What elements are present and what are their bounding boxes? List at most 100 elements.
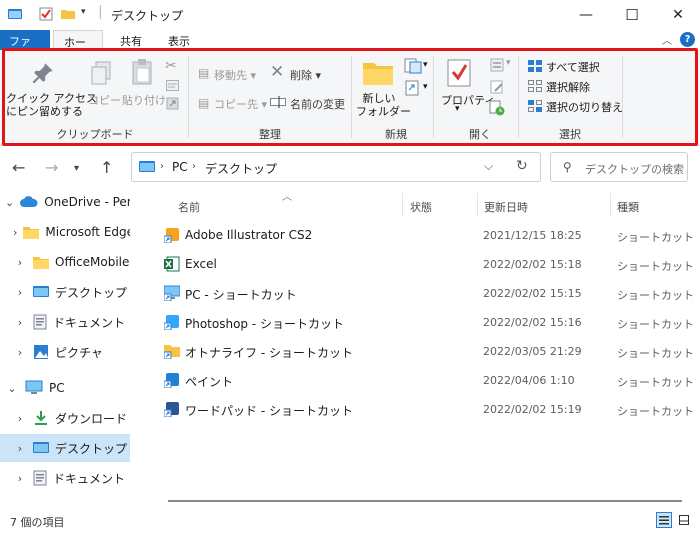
- nav-item[interactable]: › デスクトップ: [0, 434, 130, 462]
- collapsed-chevron-icon[interactable]: ›: [13, 346, 27, 359]
- window-title: デスクトップ: [111, 9, 184, 23]
- open-icon[interactable]: [490, 58, 504, 72]
- new-folder-label-line1: 新しい: [362, 92, 396, 105]
- select-none-button[interactable]: 選択解除: [546, 79, 590, 95]
- photoshop-shortcut-icon: [163, 314, 180, 331]
- search-placeholder: デスクトップの検索: [585, 163, 684, 176]
- breadcrumb-pc[interactable]: PC: [172, 160, 188, 174]
- collapsed-chevron-icon[interactable]: ›: [13, 442, 27, 455]
- nav-item-label: デスクトップ: [55, 441, 128, 456]
- easy-access-icon[interactable]: [404, 80, 422, 96]
- file-row[interactable]: Adobe Illustrator CS2 2021/12/15 18:25 ショー…: [150, 221, 694, 250]
- column-header-name[interactable]: 名前: [178, 199, 200, 215]
- document-icon: [33, 470, 47, 486]
- tab-home[interactable]: ホーム: [53, 30, 103, 65]
- recent-locations-chevron-icon[interactable]: ▾: [74, 163, 79, 174]
- collapsed-chevron-icon[interactable]: ›: [13, 286, 27, 299]
- nav-item[interactable]: ⌄ PC: [0, 374, 130, 402]
- nav-item[interactable]: › デスクトップ: [0, 278, 130, 306]
- column-divider[interactable]: [402, 193, 403, 217]
- title-divider: |: [98, 4, 103, 20]
- open-dropdown-icon[interactable]: ▾: [506, 58, 511, 68]
- nav-item[interactable]: › ドキュメント: [0, 308, 130, 336]
- nav-item-label: デスクトップ: [55, 285, 128, 300]
- column-divider[interactable]: [610, 193, 611, 217]
- file-row[interactable]: オトナライフ - ショートカット 2022/03/05 21:29 ショートカット: [150, 337, 694, 366]
- nav-item[interactable]: › ダウンロード: [0, 404, 130, 432]
- nav-item[interactable]: › Microsoft Edge: [0, 218, 130, 246]
- nav-item[interactable]: › ドキュメント: [0, 464, 130, 492]
- column-divider[interactable]: [477, 193, 478, 217]
- properties-checkbox-icon[interactable]: [38, 6, 54, 22]
- collapsed-chevron-icon[interactable]: ›: [13, 226, 17, 239]
- ribbon-separator: [518, 56, 519, 138]
- file-row[interactable]: Excel 2022/02/02 15:18 ショートカット: [150, 250, 694, 279]
- paste-button[interactable]: 貼り付け: [122, 92, 166, 108]
- expanded-chevron-icon[interactable]: ⌄: [5, 382, 19, 395]
- paste-shortcut-icon[interactable]: [166, 97, 179, 110]
- minimize-button[interactable]: —: [563, 0, 609, 30]
- properties-dropdown-icon[interactable]: ▾: [455, 104, 460, 114]
- breadcrumb-desktop[interactable]: デスクトップ: [205, 160, 277, 177]
- expanded-chevron-icon[interactable]: ⌄: [5, 196, 14, 209]
- easy-access-dropdown-icon[interactable]: ▾: [423, 82, 428, 92]
- file-type: ショートカット: [617, 376, 694, 389]
- forward-arrow-icon[interactable]: →: [45, 158, 58, 177]
- copy-button[interactable]: コピー: [88, 92, 121, 108]
- move-to-icon: ▤: [198, 66, 210, 80]
- ribbon-collapse-icon[interactable]: ︿: [662, 32, 672, 47]
- delete-button[interactable]: 削除 ▾: [290, 67, 321, 83]
- details-view-button[interactable]: [656, 512, 672, 528]
- help-icon[interactable]: ?: [680, 32, 695, 47]
- select-all-button[interactable]: すべて選択: [546, 59, 600, 75]
- collapsed-chevron-icon[interactable]: ›: [13, 412, 27, 425]
- column-header-modified[interactable]: 更新日時: [484, 199, 528, 215]
- copy-path-icon[interactable]: [166, 80, 179, 91]
- collapsed-chevron-icon[interactable]: ›: [13, 472, 27, 485]
- refresh-icon[interactable]: ↻: [516, 158, 528, 174]
- nav-item[interactable]: ⌄ OneDrive - Perso: [0, 188, 130, 216]
- tab-view[interactable]: 表示: [158, 30, 200, 50]
- up-arrow-icon[interactable]: ↑: [100, 158, 113, 177]
- file-row[interactable]: ワードパッド - ショートカット 2022/02/02 15:19 ショートカット: [150, 395, 694, 424]
- file-row[interactable]: ペイント 2022/04/06 1:10 ショートカット: [150, 366, 694, 395]
- pin-quick-access-button[interactable]: クイック アクセス にピン留めする: [6, 92, 97, 118]
- collapsed-chevron-icon[interactable]: ›: [13, 316, 27, 329]
- quick-access-dropdown-icon[interactable]: ▾: [81, 7, 86, 17]
- file-type: ショートカット: [617, 405, 694, 418]
- column-header-status[interactable]: 状態: [410, 199, 432, 215]
- rename-button[interactable]: 名前の変更: [290, 96, 345, 112]
- search-box[interactable]: ⚲ デスクトップの検索: [550, 152, 688, 182]
- new-folder-quick-icon[interactable]: [60, 6, 76, 22]
- nav-item[interactable]: › OfficeMobile: [0, 248, 130, 276]
- nav-item[interactable]: › ピクチャ: [0, 338, 130, 366]
- new-folder-button[interactable]: 新しい フォルダー: [356, 92, 411, 118]
- edit-icon[interactable]: [490, 80, 504, 94]
- tab-file[interactable]: ファイル: [0, 30, 50, 64]
- column-header-type[interactable]: 種類: [617, 199, 639, 215]
- file-row[interactable]: PC - ショートカット 2022/02/02 15:15 ショートカット: [150, 279, 694, 308]
- new-item-icon[interactable]: [404, 58, 422, 74]
- address-bar[interactable]: › PC › デスクトップ ⌵ ↻: [131, 152, 541, 182]
- cut-icon[interactable]: ✂: [165, 58, 177, 74]
- invert-selection-button[interactable]: 選択の切り替え: [546, 99, 623, 115]
- maximize-button[interactable]: ☐: [609, 0, 655, 30]
- ribbon-tabs: ファイル ホーム 共有 表示 ︿ ?: [0, 30, 700, 65]
- large-icons-view-button[interactable]: [676, 512, 692, 528]
- close-button[interactable]: ✕: [655, 0, 700, 30]
- move-to-button[interactable]: 移動先 ▾: [214, 67, 256, 83]
- back-arrow-icon[interactable]: ←: [12, 158, 25, 177]
- large-icons-view-icon: [679, 515, 689, 525]
- file-row[interactable]: Photoshop - ショートカット 2022/02/02 15:16 ショートカ…: [150, 308, 694, 337]
- copy-to-button[interactable]: コピー先 ▾: [214, 96, 267, 112]
- history-icon[interactable]: [489, 100, 505, 116]
- delete-icon: ✕: [270, 62, 285, 82]
- new-item-dropdown-icon[interactable]: ▾: [423, 60, 428, 70]
- collapsed-chevron-icon[interactable]: ›: [13, 256, 27, 269]
- pin-label-line1: クイック アクセス: [6, 92, 97, 105]
- address-history-chevron-icon[interactable]: ⌵: [484, 159, 493, 174]
- tab-share[interactable]: 共有: [110, 30, 152, 50]
- group-label-select: 選択: [559, 128, 581, 141]
- properties-button[interactable]: プロパティ: [441, 92, 495, 108]
- horizontal-scrollbar[interactable]: [168, 500, 682, 502]
